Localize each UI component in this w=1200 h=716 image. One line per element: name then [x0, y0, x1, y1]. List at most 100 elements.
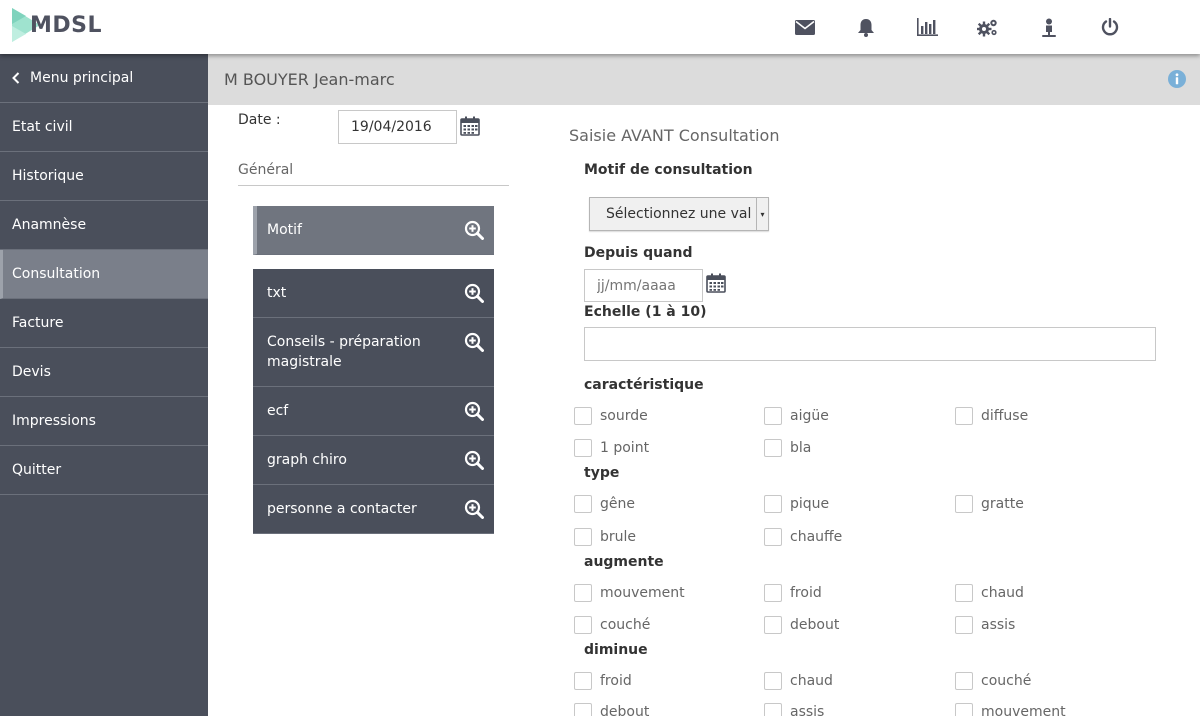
zoom-in-icon[interactable]	[464, 450, 484, 476]
checkbox-diffuse[interactable]: diffuse	[955, 407, 1028, 425]
checkbox-box[interactable]	[764, 528, 782, 546]
date-label: Date :	[238, 112, 281, 128]
checkbox-box[interactable]	[955, 407, 973, 425]
checkbox-box[interactable]	[574, 672, 592, 690]
settings-button[interactable]	[957, 0, 1018, 54]
checkbox-pique[interactable]: pique	[764, 495, 829, 513]
card-motif[interactable]: Motif	[253, 206, 494, 255]
checkbox-aigue[interactable]: aigüe	[764, 407, 829, 425]
messages-button[interactable]	[774, 0, 835, 54]
checkbox-label: debout	[600, 704, 650, 716]
checkbox-label: froid	[600, 673, 632, 689]
checkbox-mouvement[interactable]: mouvement	[574, 584, 685, 602]
checkbox-box[interactable]	[764, 407, 782, 425]
sidebar-item-consultation[interactable]: Consultation	[0, 250, 208, 299]
card-label: Motif	[267, 222, 302, 238]
sidebar-back-button[interactable]: Menu principal	[0, 54, 208, 103]
motif-select[interactable]: Sélectionnez une val ▾	[589, 197, 769, 231]
motif-label: Motif de consultation	[584, 162, 753, 178]
checkbox-label: chaud	[981, 585, 1024, 601]
sidebar-item-facture[interactable]: Facture	[0, 299, 208, 348]
sidebar-item-label: Facture	[12, 315, 64, 331]
checkbox-label: chaud	[790, 673, 833, 689]
zoom-in-icon[interactable]	[464, 401, 484, 427]
checkbox-label: gratte	[981, 496, 1024, 512]
checkbox-couche[interactable]: couché	[574, 616, 650, 634]
checkbox-box[interactable]	[574, 616, 592, 634]
checkbox-1-point[interactable]: 1 point	[574, 439, 649, 457]
checkbox-debout[interactable]: debout	[764, 616, 839, 634]
checkbox-box[interactable]	[955, 616, 973, 634]
sidebar-item-quitter[interactable]: Quitter	[0, 446, 208, 495]
checkbox-label: brule	[600, 529, 637, 545]
checkbox-chauffe[interactable]: chauffe	[764, 528, 842, 546]
checkbox-assis[interactable]: assis	[955, 616, 1015, 634]
section-caracteristique: caractéristique	[584, 377, 704, 393]
section-type: type	[584, 465, 620, 481]
checkbox-couche[interactable]: couché	[955, 672, 1031, 690]
checkbox-gratte[interactable]: gratte	[955, 495, 1024, 513]
checkbox-box[interactable]	[764, 703, 782, 716]
depuis-label: Depuis quand	[584, 245, 693, 261]
logo[interactable]: MDSL	[10, 4, 102, 46]
checkbox-sourde[interactable]: sourde	[574, 407, 648, 425]
checkbox-mouvement[interactable]: mouvement	[955, 703, 1066, 716]
checkbox-box[interactable]	[764, 672, 782, 690]
sidebar-item-etat-civil[interactable]: Etat civil	[0, 103, 208, 152]
depuis-date-input[interactable]	[584, 269, 703, 302]
card-graph-chiro[interactable]: graph chiro	[253, 436, 494, 485]
card-personne-a-contacter[interactable]: personne a contacter	[253, 485, 494, 534]
sidebar-item-impressions[interactable]: Impressions	[0, 397, 208, 446]
sidebar-item-anamnese[interactable]: Anamnèse	[0, 201, 208, 250]
zoom-in-icon[interactable]	[464, 283, 484, 309]
checkbox-box[interactable]	[764, 616, 782, 634]
user-button[interactable]	[1018, 0, 1079, 54]
card-txt[interactable]: txt	[253, 269, 494, 318]
checkbox-box[interactable]	[574, 584, 592, 602]
checkbox-bla[interactable]: bla	[764, 439, 811, 457]
checkbox-box[interactable]	[574, 407, 592, 425]
calendar-icon[interactable]	[460, 116, 480, 140]
checkbox-box[interactable]	[574, 703, 592, 716]
logout-button[interactable]	[1079, 0, 1140, 54]
checkbox-gene[interactable]: gêne	[574, 495, 635, 513]
sidebar-item-label: Impressions	[12, 413, 96, 429]
checkbox-box[interactable]	[955, 703, 973, 716]
checkbox-label: gêne	[600, 496, 635, 512]
statistics-button[interactable]	[896, 0, 957, 54]
checkbox-box[interactable]	[574, 495, 592, 513]
checkbox-box[interactable]	[764, 439, 782, 457]
sidebar-item-devis[interactable]: Devis	[0, 348, 208, 397]
echelle-input[interactable]	[584, 327, 1156, 361]
checkbox-label: mouvement	[600, 585, 685, 601]
date-input[interactable]	[338, 110, 457, 144]
patient-name: M BOUYER Jean-marc	[224, 70, 395, 89]
checkbox-froid[interactable]: froid	[764, 584, 822, 602]
zoom-in-icon[interactable]	[464, 220, 484, 246]
checkbox-debout[interactable]: debout	[574, 703, 649, 716]
sidebar-item-label: Anamnèse	[12, 217, 87, 233]
calendar-icon[interactable]	[706, 273, 726, 297]
card-ecf[interactable]: ecf	[253, 387, 494, 436]
motif-select-value: Sélectionnez une val	[606, 206, 752, 222]
user-icon	[1041, 18, 1056, 37]
checkbox-box[interactable]	[574, 439, 592, 457]
checkbox-froid[interactable]: froid	[574, 672, 632, 690]
checkbox-box[interactable]	[955, 672, 973, 690]
checkbox-chaud[interactable]: chaud	[764, 672, 833, 690]
checkbox-box[interactable]	[955, 495, 973, 513]
checkbox-brule[interactable]: brule	[574, 528, 636, 546]
checkbox-chaud[interactable]: chaud	[955, 584, 1024, 602]
zoom-in-icon[interactable]	[464, 332, 484, 358]
checkbox-assis[interactable]: assis	[764, 703, 824, 716]
card-conseils[interactable]: Conseils - préparation magistrale	[253, 318, 494, 387]
zoom-in-icon[interactable]	[464, 499, 484, 525]
info-icon[interactable]	[1168, 70, 1186, 92]
checkbox-box[interactable]	[574, 528, 592, 546]
checkbox-box[interactable]	[764, 584, 782, 602]
checkbox-box[interactable]	[764, 495, 782, 513]
checkbox-box[interactable]	[955, 584, 973, 602]
notifications-button[interactable]	[835, 0, 896, 54]
checkbox-label: pique	[790, 496, 830, 512]
sidebar-item-historique[interactable]: Historique	[0, 152, 208, 201]
